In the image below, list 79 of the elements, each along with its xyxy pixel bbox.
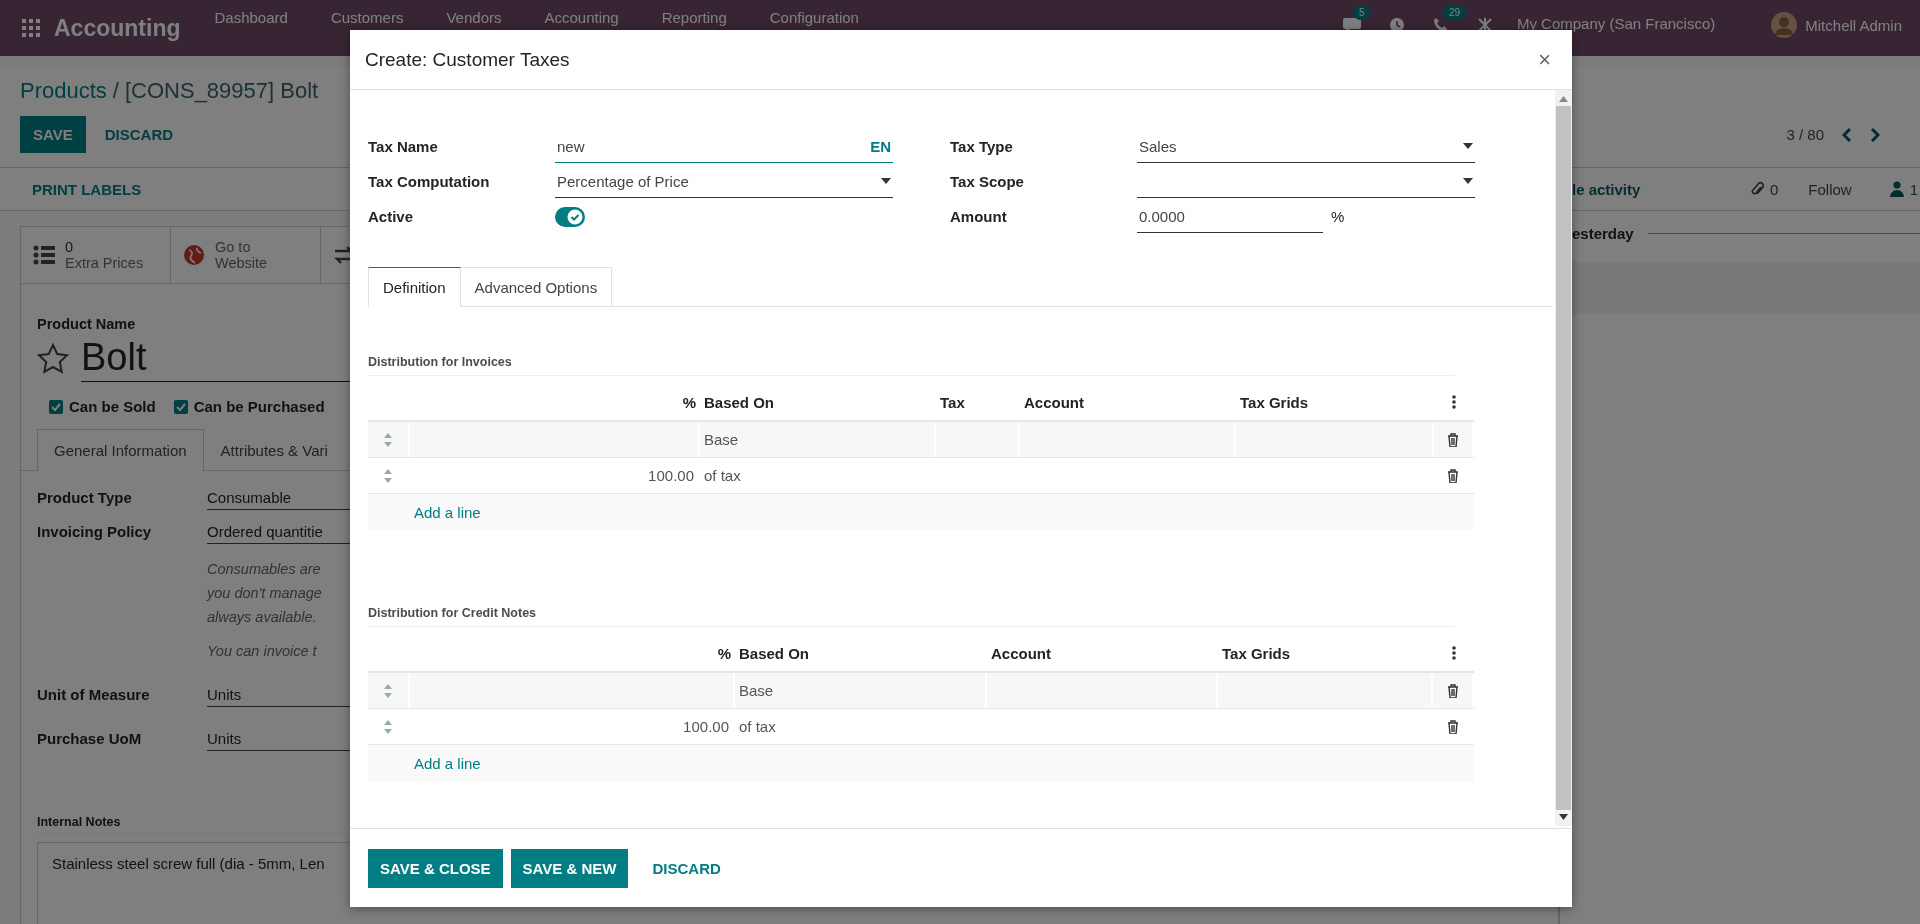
user-menu[interactable]: Mitchell Admin — [1805, 16, 1902, 34]
section-title: Distribution for Invoices — [368, 355, 1455, 376]
tab[interactable]: Definition — [368, 267, 461, 307]
field-label: Product Type — [37, 489, 133, 508]
menu-item[interactable]: Dashboard — [214, 9, 288, 26]
select-field[interactable]: Sales — [1137, 130, 1475, 163]
menu-item[interactable]: Configuration — [769, 9, 859, 26]
tab[interactable]: Attributes & Vari — [203, 429, 345, 471]
follower-count[interactable]: 1 — [1909, 180, 1918, 198]
field-label: Tax Scope — [950, 172, 1025, 192]
follow-button[interactable]: Follow — [1808, 180, 1852, 198]
field-label: Active — [368, 207, 415, 227]
column-header: % — [681, 392, 697, 413]
menu-item[interactable]: Accounting — [544, 9, 619, 26]
breadcrumb-link[interactable]: Products — [20, 78, 107, 104]
help-text: always available. — [207, 608, 317, 627]
field-label: Tax Type — [950, 137, 1014, 157]
field-label: Tax Computation — [368, 172, 491, 192]
column-header: Based On — [703, 392, 776, 413]
select-field[interactable]: Percentage of Price — [555, 165, 893, 198]
field-label: Tax Name — [368, 137, 439, 157]
checkbox-label: Can be Purchased — [193, 398, 325, 415]
language-button[interactable]: EN — [870, 137, 891, 155]
close-button[interactable]: × — [1532, 46, 1557, 73]
smart-button[interactable]: Go to Website — [171, 227, 321, 283]
breadcrumb-current: [CONS_89957] Bolt — [124, 78, 319, 104]
field-label: Product Name — [37, 316, 137, 332]
table-cell: Base — [735, 673, 987, 708]
select-value: Percentage of Price — [557, 172, 690, 190]
save-button[interactable]: SAVE & NEW — [510, 848, 629, 888]
tab[interactable]: Advanced Options — [460, 267, 613, 307]
smart-button-label: Extra Prices — [65, 255, 144, 271]
column-header: Account — [1023, 392, 1085, 413]
number-input[interactable]: 0.0000 — [1137, 200, 1323, 233]
discard-button[interactable]: DISCARD — [640, 848, 733, 888]
text-input[interactable]: new EN — [555, 130, 893, 163]
column-header: Tax Grids — [1239, 392, 1310, 413]
help-text: you don't manage — [207, 584, 322, 603]
column-header: % — [716, 643, 732, 664]
menu-item[interactable]: Reporting — [661, 9, 727, 26]
smart-button[interactable]: 0 Extra Prices — [21, 227, 171, 283]
tab[interactable]: General Information — [37, 429, 204, 471]
field-label: Unit of Measure — [37, 686, 151, 705]
pager-counter: 3 / 80 — [1786, 126, 1824, 143]
column-header: Account — [990, 643, 1052, 664]
company-switcher[interactable]: My Company (San Francisco) — [1516, 15, 1716, 32]
table-cell: Base — [700, 422, 936, 457]
dialog-title: Create: Customer Taxes — [365, 48, 570, 71]
attachment-count[interactable]: 0 — [1769, 180, 1779, 198]
activity-count-badge: 29 — [1442, 5, 1466, 20]
message-count-badge: 5 — [1352, 5, 1371, 20]
select-value: Sales — [1139, 137, 1178, 155]
help-text: Consumables are — [207, 560, 321, 579]
add-line-link[interactable]: Add a line — [414, 754, 481, 772]
field-label: Purchase UoM — [37, 730, 143, 749]
checkbox-label: Can be Sold — [69, 398, 156, 415]
field-label: Invoicing Policy — [37, 523, 153, 542]
column-header: Tax Grids — [1221, 643, 1292, 664]
app-name: Accounting — [54, 14, 181, 42]
section-title: Distribution for Credit Notes — [368, 606, 1455, 627]
column-header: Tax — [939, 392, 966, 413]
smart-button-count: 0 — [65, 239, 75, 255]
add-line-link[interactable]: Add a line — [414, 503, 481, 521]
column-header: Based On — [738, 643, 811, 664]
unit-label: % — [1331, 208, 1345, 225]
input-value: 0.0000 — [1139, 207, 1186, 225]
field-label: Amount — [950, 207, 1008, 227]
menu-item[interactable]: Vendors — [446, 9, 502, 26]
discard-button[interactable]: DISCARD — [91, 116, 187, 153]
input-value: new — [557, 137, 586, 155]
schedule-activity-link[interactable]: le activity — [1572, 180, 1641, 198]
save-button[interactable]: SAVE & CLOSE — [368, 848, 503, 888]
save-button[interactable]: SAVE — [20, 116, 86, 153]
date-separator: esterday — [1572, 225, 1634, 242]
menu-item[interactable]: Customers — [330, 9, 404, 26]
breadcrumb-separator: / — [112, 78, 119, 104]
smart-button-label: Go to Website — [215, 239, 269, 271]
print-labels-button[interactable]: PRINT LABELS — [32, 180, 142, 198]
help-text: You can invoice t — [207, 642, 317, 661]
